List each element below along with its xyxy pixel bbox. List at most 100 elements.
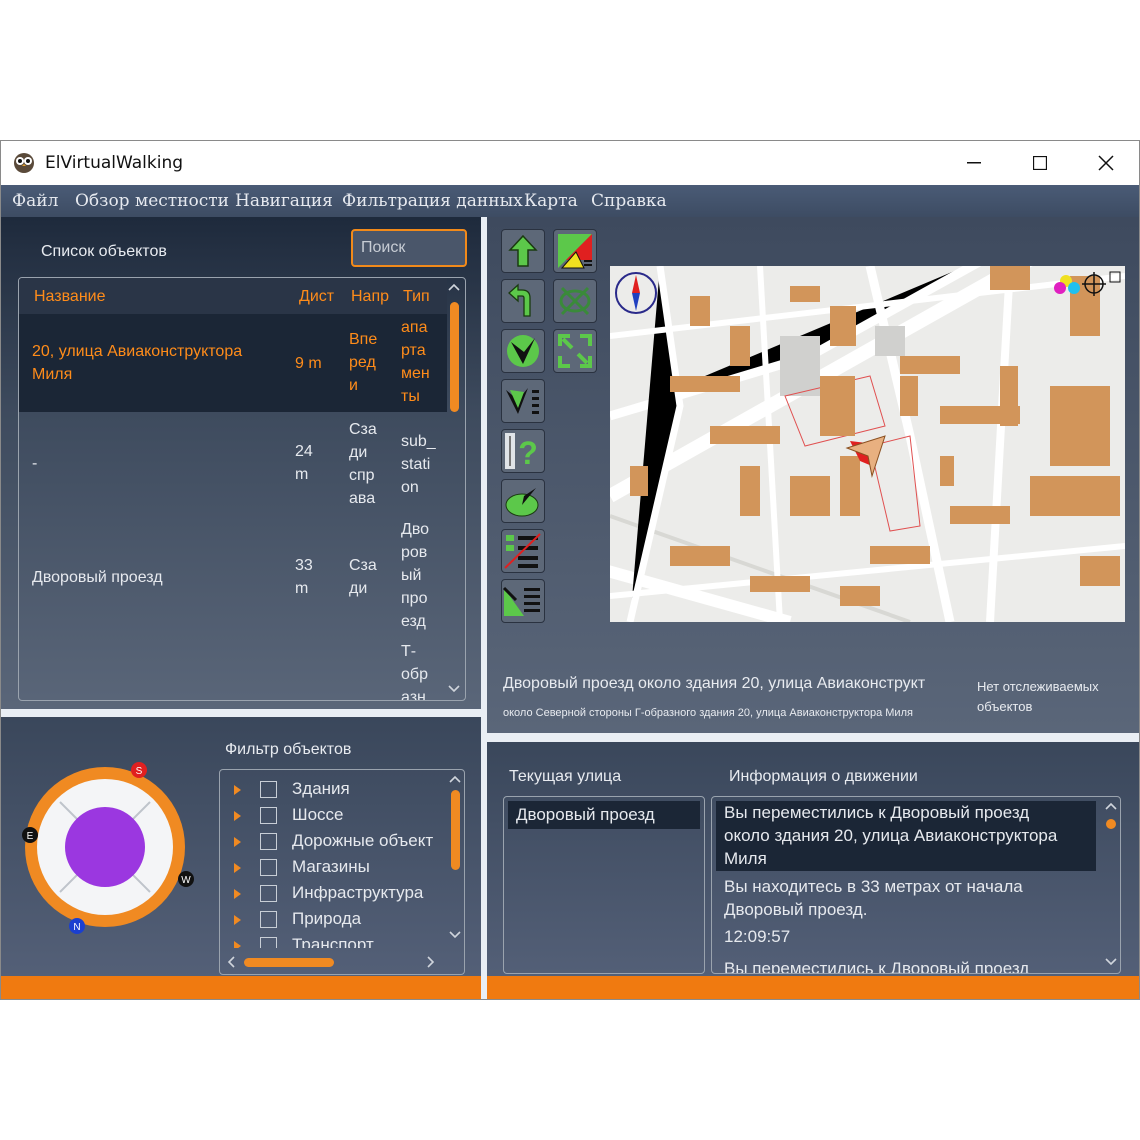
minimize-button[interactable] [941, 141, 1007, 185]
scroll-thumb[interactable] [451, 790, 460, 870]
expand-icon[interactable] [234, 785, 241, 795]
expand-icon[interactable] [234, 863, 241, 873]
checkbox[interactable] [260, 807, 277, 824]
compass-widget[interactable]: S E W N [15, 757, 195, 937]
menu-navigation[interactable]: Навигация [235, 191, 333, 211]
scroll-thumb[interactable] [1106, 819, 1116, 829]
filter-item-road-objects[interactable]: Дорожные объект [220, 830, 450, 856]
filter-item-buildings[interactable]: Здания [220, 778, 450, 804]
objects-list-scrollbar[interactable] [447, 278, 461, 700]
street-name: Дворовый проезд [516, 805, 655, 824]
expand-icon[interactable] [234, 811, 241, 821]
road-help-button[interactable]: ? [501, 429, 545, 473]
search-input[interactable]: Поиск [351, 229, 467, 267]
filter-horizontal-scrollbar[interactable] [220, 950, 464, 974]
objects-list: Название Дист Напр Тип 20, улица Авиакон… [18, 277, 466, 701]
radar-icon [505, 488, 539, 517]
expand-icon[interactable] [234, 941, 241, 948]
row-type-line: апа [401, 319, 428, 336]
fullscreen-button[interactable] [553, 329, 597, 373]
table-row[interactable]: Дворовый проезд 33 m Сза ди Дво ров ый п… [19, 516, 447, 638]
map-layers-icon [558, 234, 592, 269]
expand-icon[interactable] [234, 915, 241, 925]
checkbox[interactable] [260, 937, 277, 948]
fullscreen-icon [558, 334, 592, 368]
scroll-thumb[interactable] [450, 302, 459, 412]
checkbox[interactable] [260, 885, 277, 902]
scroll-up-icon[interactable] [448, 774, 462, 784]
scroll-up-icon[interactable] [1104, 801, 1118, 811]
table-row[interactable]: Т- обр азн [19, 640, 447, 700]
map-view[interactable] [610, 266, 1125, 622]
location-sub-text: около Северной стороны Г-образного здани… [503, 707, 913, 719]
window-title: ElVirtualWalking [45, 153, 184, 173]
filter-label: Природа [292, 909, 362, 928]
scroll-down-icon[interactable] [447, 684, 461, 694]
scroll-right-icon[interactable] [426, 956, 436, 968]
filter-item-infrastructure[interactable]: Инфраструктура [220, 882, 450, 908]
movement-log-scrollbar[interactable] [1104, 797, 1118, 973]
menu-help[interactable]: Справка [591, 191, 667, 211]
scroll-down-icon[interactable] [1104, 957, 1118, 967]
row-type-line: мен [401, 365, 430, 382]
checkbox[interactable] [260, 859, 277, 876]
table-row[interactable]: - 24 m Сза ди спр ава sub_ stati on [19, 414, 447, 514]
street-map-icon[interactable] [610, 266, 1125, 622]
check-list-button[interactable] [501, 379, 545, 423]
filter-label: Дорожные объект [292, 831, 434, 850]
scroll-down-icon[interactable] [448, 930, 462, 940]
filter-item-shops[interactable]: Магазины [220, 856, 450, 882]
expand-icon[interactable] [234, 837, 241, 847]
log-line: Вы переместились к Дворовый проезд [724, 803, 1030, 822]
filter-label: Шоссе [292, 805, 344, 824]
maximize-icon [1033, 156, 1047, 170]
maximize-button[interactable] [1007, 141, 1073, 185]
table-row[interactable]: 20, улица Авиаконструктора Миля 9 m Впе … [19, 314, 447, 412]
scroll-left-icon[interactable] [226, 956, 236, 968]
checkbox[interactable] [260, 781, 277, 798]
filter-vertical-scrollbar[interactable] [448, 770, 462, 950]
row-type-line: Дво [401, 521, 430, 538]
road-list-button[interactable] [501, 579, 545, 623]
check-button[interactable] [501, 329, 545, 373]
menu-terrain-overview[interactable]: Обзор местности [75, 191, 229, 211]
column-type[interactable]: Тип [403, 288, 430, 306]
turn-back-button[interactable] [501, 279, 545, 323]
right-status-bar [487, 976, 1139, 999]
move-forward-button[interactable] [501, 229, 545, 273]
map-layers-button[interactable] [553, 229, 597, 273]
filter-label: Магазины [292, 857, 370, 876]
log-message: Вы переместились к Дворовый проезд [724, 959, 1030, 974]
objects-panel: Список объектов Поиск Название Дист Напр… [1, 217, 481, 709]
row-dir-line: ред [349, 354, 376, 371]
checkbox[interactable] [260, 833, 277, 850]
radar-button[interactable] [501, 479, 545, 523]
row-dir-line: Впе [349, 331, 378, 348]
menu-map[interactable]: Карта [524, 191, 578, 211]
row-type-line: Т- [401, 643, 417, 660]
left-horizontal-divider[interactable] [1, 709, 481, 717]
filter-item-transport[interactable]: Транспорт [220, 934, 450, 948]
filter-item-highways[interactable]: Шоссе [220, 804, 450, 830]
filter-item-nature[interactable]: Природа [220, 908, 450, 934]
list-item[interactable]: Дворовый проезд [508, 801, 700, 829]
menu-data-filter[interactable]: Фильтрация данных [342, 191, 523, 211]
list-off-button[interactable] [501, 529, 545, 573]
menu-file[interactable]: Файл [12, 191, 58, 211]
filter-label: Транспорт [292, 935, 374, 948]
column-name[interactable]: Название [34, 288, 106, 306]
movement-panel-title: Информация о движении [729, 768, 918, 785]
column-distance[interactable]: Дист [299, 288, 334, 306]
checkbox[interactable] [260, 911, 277, 928]
row-dist-line: 33 [295, 557, 313, 574]
column-direction[interactable]: Напр [351, 288, 389, 306]
scroll-thumb[interactable] [244, 958, 334, 967]
close-button[interactable] [1073, 141, 1139, 185]
right-horizontal-divider[interactable] [487, 733, 1139, 742]
expand-icon[interactable] [234, 889, 241, 899]
scroll-up-icon[interactable] [447, 282, 461, 292]
row-dist: 9 m [295, 355, 322, 372]
log-message: Вы находитесь в 33 метрах от начала Двор… [724, 875, 1023, 921]
log-message: Вы переместились к Дворовый проезд около… [724, 801, 1057, 870]
target-off-button[interactable] [553, 279, 597, 323]
